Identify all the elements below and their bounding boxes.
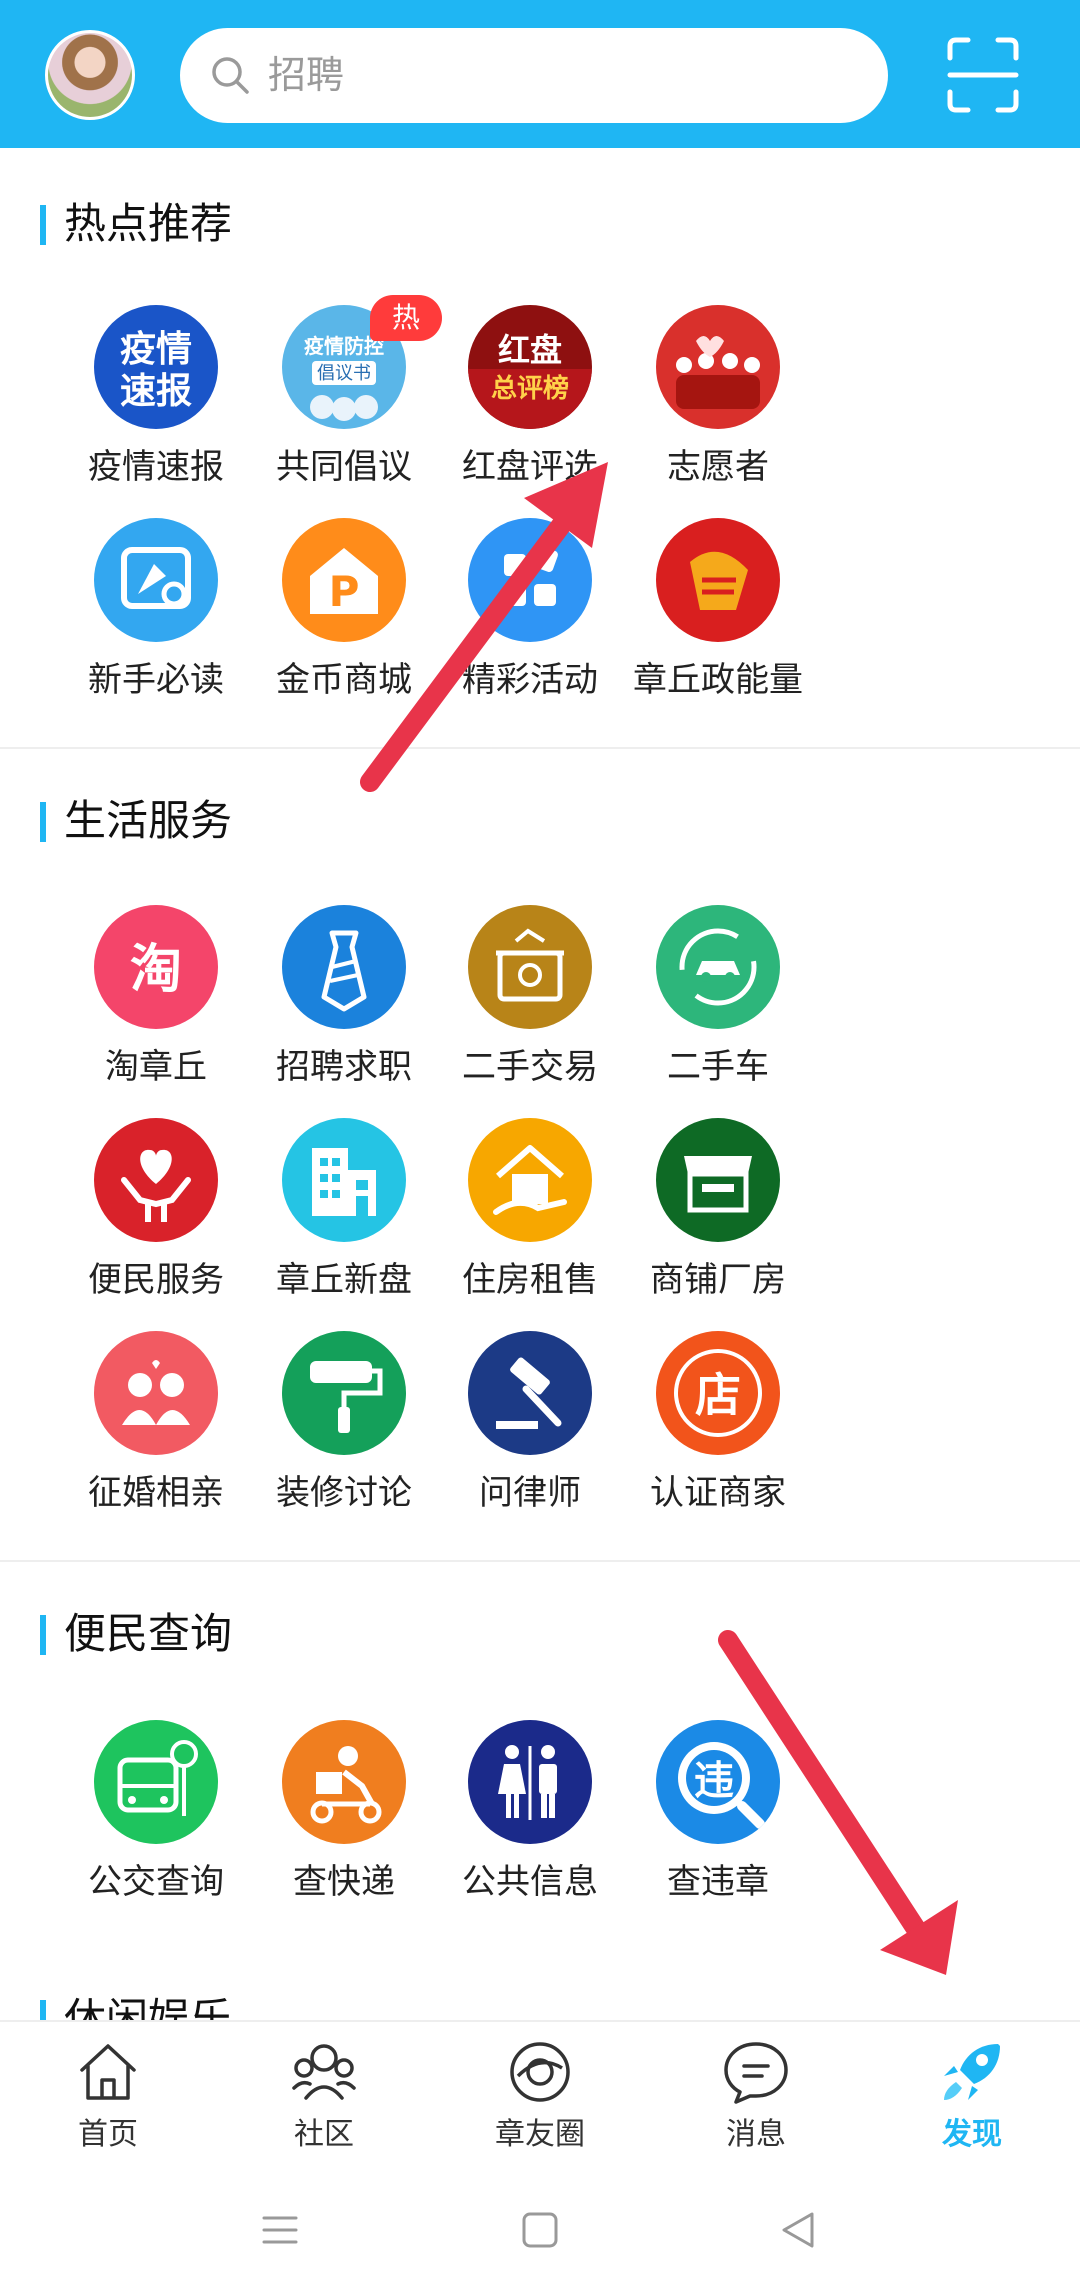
scan-icon[interactable]	[946, 36, 1020, 114]
service-item-label: 认证商家	[650, 1473, 786, 1513]
home-square-icon[interactable]	[510, 2200, 570, 2260]
service-item-used-car[interactable]: 二手车	[618, 905, 818, 1087]
svg-text:速报: 速报	[120, 371, 192, 412]
gavel-icon	[468, 1331, 592, 1455]
service-item-traffic-violation[interactable]: 违 查违章	[618, 1720, 818, 1902]
discover-rocket-icon	[944, 2044, 1000, 2100]
user-avatar[interactable]	[45, 30, 135, 120]
section-divider	[0, 1560, 1080, 1562]
search-placeholder: 招聘	[268, 53, 345, 97]
service-item-label: 志愿者	[667, 447, 769, 487]
certified-shop-icon: 店	[656, 1331, 780, 1455]
search-icon	[212, 57, 249, 94]
bottom-navigation: 首页 社区 章友圈 消息 发现	[0, 2020, 1080, 2162]
section-title-accent-bar	[40, 802, 46, 842]
nav-messages[interactable]: 消息	[648, 2034, 864, 2154]
paint-roller-icon	[282, 1331, 406, 1455]
section-title-text: 生活服务	[64, 796, 233, 845]
section-title-text: 便民查询	[64, 1609, 233, 1658]
heart-hands-icon	[94, 1118, 218, 1242]
shop-awning-icon	[656, 1118, 780, 1242]
nav-discover-label: 发现	[942, 2117, 1002, 2152]
nav-friends-circle-label: 章友圈	[495, 2117, 585, 2152]
building-icon	[282, 1118, 406, 1242]
section-title-accent-bar	[40, 1615, 46, 1655]
svg-text:倡议书: 倡议书	[317, 363, 371, 384]
svg-text:P: P	[329, 567, 360, 616]
message-icon	[724, 2042, 788, 2104]
nav-friends-circle[interactable]: 章友圈	[432, 2034, 648, 2154]
red-disk-ranking-icon: 红盘 总评榜	[468, 305, 592, 429]
friends-circle-icon	[510, 2042, 570, 2102]
nav-messages-label: 消息	[726, 2117, 786, 2152]
service-item-certified-shop[interactable]: 店 认证商家	[618, 1331, 818, 1513]
house-hand-icon	[468, 1118, 592, 1242]
section-title-accent-bar	[40, 205, 46, 245]
taobao-zhangqiu-icon: 淘	[94, 905, 218, 1029]
job-tie-icon	[282, 905, 406, 1029]
used-car-icon	[656, 905, 780, 1029]
nav-community-label: 社区	[294, 2117, 354, 2152]
couple-icon	[94, 1331, 218, 1455]
epidemic-report-icon: 疫情 速报	[94, 305, 218, 429]
top-header: 招聘	[0, 0, 1080, 148]
svg-text:总评榜: 总评榜	[491, 373, 569, 404]
courier-icon	[282, 1720, 406, 1844]
restroom-icon	[468, 1720, 592, 1844]
home-icon	[80, 2044, 136, 2100]
svg-text:淘: 淘	[130, 940, 182, 1000]
menu-icon[interactable]	[250, 2200, 310, 2260]
svg-text:店: 店	[695, 1368, 741, 1422]
svg-text:红盘: 红盘	[498, 331, 562, 369]
section-title-text: 热点推荐	[64, 199, 233, 248]
service-item-zhangqiu-energy[interactable]: 章丘政能量	[618, 518, 818, 700]
bus-icon	[94, 1720, 218, 1844]
nav-home[interactable]: 首页	[0, 2034, 216, 2154]
nav-community[interactable]: 社区	[216, 2034, 432, 2154]
service-item-volunteer[interactable]: 志愿者	[618, 305, 818, 487]
service-item-label: 章丘政能量	[633, 660, 803, 700]
search-bar[interactable]: 招聘	[180, 28, 888, 123]
svg-text:疫情: 疫情	[120, 329, 192, 370]
nav-discover[interactable]: 发现	[864, 2034, 1080, 2154]
service-item-label: 查违章	[667, 1862, 769, 1902]
svg-text:违: 违	[694, 1758, 734, 1804]
section-divider	[0, 747, 1080, 749]
traffic-violation-icon: 违	[656, 1720, 780, 1844]
second-hand-box-icon	[468, 905, 592, 1029]
service-item-label: 商铺厂房	[650, 1260, 786, 1300]
coin-mall-icon: P	[282, 518, 406, 642]
back-triangle-icon[interactable]	[768, 2200, 828, 2260]
volunteer-icon	[656, 305, 780, 429]
service-item-shop-awning[interactable]: 商铺厂房	[618, 1118, 818, 1300]
nav-home-label: 首页	[78, 2117, 138, 2152]
community-icon	[292, 2044, 356, 2100]
zhangqiu-energy-icon	[656, 518, 780, 642]
system-navigation-bar	[0, 2160, 1080, 2295]
service-item-label: 二手车	[667, 1047, 769, 1087]
newbie-guide-icon	[94, 518, 218, 642]
activities-icon	[468, 518, 592, 642]
